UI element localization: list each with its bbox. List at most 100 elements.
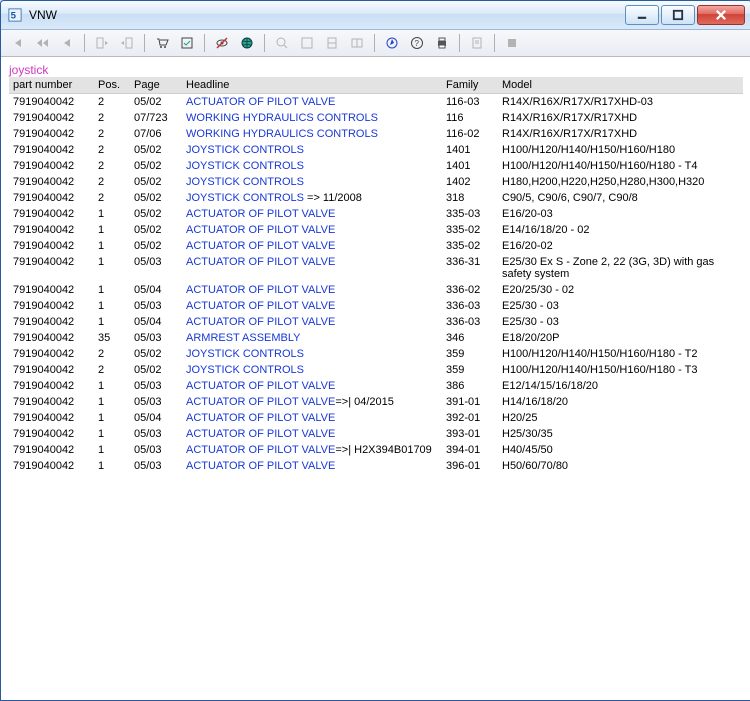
eye-off-icon[interactable] — [210, 31, 234, 55]
titlebar: 5 VNW — [1, 1, 750, 30]
compass-icon[interactable] — [380, 31, 404, 55]
bookmark-in-icon[interactable] — [90, 31, 114, 55]
col-headline[interactable]: Headline — [182, 77, 442, 94]
cell-partnumber: 7919040042 — [9, 142, 94, 158]
cell-page: 05/02 — [130, 362, 182, 378]
table-row[interactable]: 7919040042105/03ACTUATOR OF PILOT VALVE=… — [9, 394, 743, 410]
cell-headline[interactable]: ACTUATOR OF PILOT VALVE — [182, 426, 442, 442]
table-row[interactable]: 7919040042105/03ACTUATOR OF PILOT VALVE3… — [9, 378, 743, 394]
table-row[interactable]: 7919040042105/02ACTUATOR OF PILOT VALVE3… — [9, 222, 743, 238]
cell-headline[interactable]: ACTUATOR OF PILOT VALVE=>| 04/2015 — [182, 394, 442, 410]
cell-headline[interactable]: ACTUATOR OF PILOT VALVE — [182, 206, 442, 222]
print-icon[interactable] — [430, 31, 454, 55]
globe-icon[interactable] — [235, 31, 259, 55]
check-icon[interactable] — [175, 31, 199, 55]
cell-headline[interactable]: ACTUATOR OF PILOT VALVE — [182, 238, 442, 254]
cell-page: 05/02 — [130, 158, 182, 174]
table-row[interactable]: 7919040042105/02ACTUATOR OF PILOT VALVE3… — [9, 206, 743, 222]
cell-pos: 35 — [94, 330, 130, 346]
cell-headline[interactable]: JOYSTICK CONTROLS — [182, 174, 442, 190]
cell-headline[interactable]: ACTUATOR OF PILOT VALVE — [182, 94, 442, 111]
stop-icon[interactable] — [500, 31, 524, 55]
cell-pos: 2 — [94, 190, 130, 206]
prev-icon[interactable] — [55, 31, 79, 55]
cell-headline[interactable]: ACTUATOR OF PILOT VALVE — [182, 298, 442, 314]
cell-headline[interactable]: WORKING HYDRAULICS CONTROLS — [182, 110, 442, 126]
cell-model: E25/30 - 03 — [498, 298, 743, 314]
table-row[interactable]: 7919040042105/04ACTUATOR OF PILOT VALVE3… — [9, 314, 743, 330]
cell-headline[interactable]: ACTUATOR OF PILOT VALVE — [182, 282, 442, 298]
table-row[interactable]: 7919040042207/723WORKING HYDRAULICS CONT… — [9, 110, 743, 126]
col-page[interactable]: Page — [130, 77, 182, 94]
col-family[interactable]: Family — [442, 77, 498, 94]
bookmark-out-icon[interactable] — [115, 31, 139, 55]
cell-page: 05/02 — [130, 94, 182, 111]
cell-family: 346 — [442, 330, 498, 346]
minimize-button[interactable] — [625, 5, 659, 25]
cell-page: 05/02 — [130, 190, 182, 206]
table-row[interactable]: 7919040042205/02JOYSTICK CONTROLS359H100… — [9, 346, 743, 362]
page-reset-icon[interactable] — [345, 31, 369, 55]
table-row[interactable]: 7919040042205/02JOYSTICK CONTROLS => 11/… — [9, 190, 743, 206]
table-row[interactable]: 7919040042205/02ACTUATOR OF PILOT VALVE1… — [9, 94, 743, 111]
cell-headline[interactable]: JOYSTICK CONTROLS — [182, 142, 442, 158]
table-row[interactable]: 7919040042105/03ACTUATOR OF PILOT VALVE3… — [9, 298, 743, 314]
page-width-icon[interactable] — [320, 31, 344, 55]
cell-headline[interactable]: WORKING HYDRAULICS CONTROLS — [182, 126, 442, 142]
table-row[interactable]: 7919040042205/02JOYSTICK CONTROLS359H100… — [9, 362, 743, 378]
table-row[interactable]: 7919040042105/03ACTUATOR OF PILOT VALVE=… — [9, 442, 743, 458]
cell-model: E12/14/15/16/18/20 — [498, 378, 743, 394]
table-row[interactable]: 7919040042105/03ACTUATOR OF PILOT VALVE3… — [9, 458, 743, 474]
cell-headline[interactable]: ARMREST ASSEMBLY — [182, 330, 442, 346]
table-row[interactable]: 7919040042205/02JOYSTICK CONTROLS1401H10… — [9, 142, 743, 158]
cell-headline[interactable]: ACTUATOR OF PILOT VALVE — [182, 410, 442, 426]
help-icon[interactable]: ? — [405, 31, 429, 55]
cell-model: H180,H200,H220,H250,H280,H300,H320 — [498, 174, 743, 190]
col-pos[interactable]: Pos. — [94, 77, 130, 94]
zoom-icon[interactable] — [270, 31, 294, 55]
cell-family: 336-31 — [442, 254, 498, 282]
cell-headline[interactable]: ACTUATOR OF PILOT VALVE — [182, 222, 442, 238]
maximize-button[interactable] — [661, 5, 695, 25]
content-area: joystick part number Pos. Page Headline … — [1, 57, 750, 700]
col-model[interactable]: Model — [498, 77, 743, 94]
cell-headline[interactable]: ACTUATOR OF PILOT VALVE=>| H2X394B01709 — [182, 442, 442, 458]
cell-partnumber: 7919040042 — [9, 126, 94, 142]
cell-headline[interactable]: ACTUATOR OF PILOT VALVE — [182, 254, 442, 282]
table-header-row: part number Pos. Page Headline Family Mo… — [9, 77, 743, 94]
cell-headline[interactable]: JOYSTICK CONTROLS — [182, 346, 442, 362]
table-row[interactable]: 7919040042205/02JOYSTICK CONTROLS1401H10… — [9, 158, 743, 174]
cell-pos: 1 — [94, 238, 130, 254]
cell-partnumber: 7919040042 — [9, 426, 94, 442]
col-partnumber[interactable]: part number — [9, 77, 94, 94]
cell-model: E25/30 - 03 — [498, 314, 743, 330]
notes-icon[interactable] — [465, 31, 489, 55]
table-row[interactable]: 7919040042105/04ACTUATOR OF PILOT VALVE3… — [9, 282, 743, 298]
cell-page: 05/04 — [130, 282, 182, 298]
table-row[interactable]: 7919040042105/04ACTUATOR OF PILOT VALVE3… — [9, 410, 743, 426]
cell-headline[interactable]: JOYSTICK CONTROLS => 11/2008 — [182, 190, 442, 206]
first-icon[interactable] — [5, 31, 29, 55]
cell-headline[interactable]: ACTUATOR OF PILOT VALVE — [182, 314, 442, 330]
cell-model: R14X/R16X/R17X/R17XHD — [498, 126, 743, 142]
close-button[interactable] — [697, 5, 745, 25]
table-row[interactable]: 79190400423505/03ARMREST ASSEMBLY346E18/… — [9, 330, 743, 346]
table-row[interactable]: 7919040042207/06WORKING HYDRAULICS CONTR… — [9, 126, 743, 142]
cell-family: 394-01 — [442, 442, 498, 458]
cell-family: 335-03 — [442, 206, 498, 222]
table-row[interactable]: 7919040042105/03ACTUATOR OF PILOT VALVE3… — [9, 426, 743, 442]
table-row[interactable]: 7919040042205/02JOYSTICK CONTROLS1402H18… — [9, 174, 743, 190]
cell-pos: 1 — [94, 378, 130, 394]
page-fit-icon[interactable] — [295, 31, 319, 55]
table-row[interactable]: 7919040042105/03ACTUATOR OF PILOT VALVE3… — [9, 254, 743, 282]
cell-model: C90/5, C90/6, C90/7, C90/8 — [498, 190, 743, 206]
cell-headline[interactable]: ACTUATOR OF PILOT VALVE — [182, 378, 442, 394]
prev-fast-icon[interactable] — [30, 31, 54, 55]
cell-model: E20/25/30 - 02 — [498, 282, 743, 298]
cell-partnumber: 7919040042 — [9, 222, 94, 238]
table-row[interactable]: 7919040042105/02ACTUATOR OF PILOT VALVE3… — [9, 238, 743, 254]
cell-headline[interactable]: JOYSTICK CONTROLS — [182, 362, 442, 378]
cart-icon[interactable] — [150, 31, 174, 55]
cell-headline[interactable]: ACTUATOR OF PILOT VALVE — [182, 458, 442, 474]
cell-headline[interactable]: JOYSTICK CONTROLS — [182, 158, 442, 174]
